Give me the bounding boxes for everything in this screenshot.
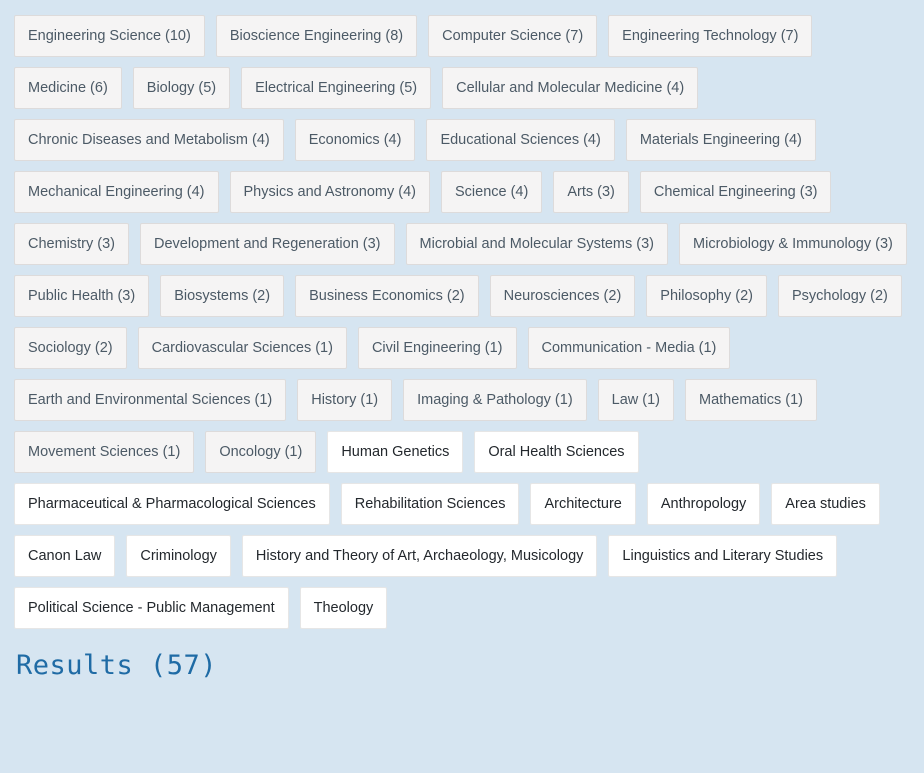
facet-item-materials-engineering[interactable]: Materials Engineering (4): [625, 119, 816, 161]
facet-item-rehabilitation-sciences[interactable]: Rehabilitation Sciences: [340, 483, 520, 525]
facet-item-pharmaceutical-and-pharmacological-sciences[interactable]: Pharmaceutical & Pharmacological Science…: [14, 483, 330, 525]
facet-item-oncology[interactable]: Oncology (1): [205, 431, 317, 473]
facet-item-neurosciences[interactable]: Neurosciences (2): [489, 275, 636, 317]
facet-filter-panel: Engineering Science (10) Bioscience Engin…: [0, 0, 924, 629]
facet-item-public-health[interactable]: Public Health (3): [14, 275, 150, 317]
facet-item-psychology[interactable]: Psychology (2): [777, 275, 902, 317]
facet-item-canon-law[interactable]: Canon Law: [14, 535, 116, 577]
facet-item-engineering-science[interactable]: Engineering Science (10): [14, 15, 205, 57]
facet-item-theology[interactable]: Theology: [299, 587, 388, 629]
facet-item-development-and-regeneration[interactable]: Development and Regeneration (3): [140, 223, 395, 265]
facet-item-cardiovascular-sciences[interactable]: Cardiovascular Sciences (1): [137, 327, 347, 369]
results-heading: Results (57): [16, 650, 218, 681]
facet-item-philosophy[interactable]: Philosophy (2): [646, 275, 767, 317]
facet-item-physics-and-astronomy[interactable]: Physics and Astronomy (4): [229, 171, 430, 213]
facet-item-mathematics[interactable]: Mathematics (1): [685, 379, 817, 421]
facet-item-imaging-and-pathology[interactable]: Imaging & Pathology (1): [403, 379, 587, 421]
facet-item-communication-media[interactable]: Communication - Media (1): [527, 327, 731, 369]
facet-item-criminology[interactable]: Criminology: [126, 535, 231, 577]
facet-item-oral-health-sciences[interactable]: Oral Health Sciences: [474, 431, 639, 473]
facet-item-history[interactable]: History (1): [297, 379, 393, 421]
facet-item-medicine[interactable]: Medicine (6): [14, 67, 122, 109]
facet-item-linguistics-and-literary-studies[interactable]: Linguistics and Literary Studies: [608, 535, 838, 577]
facet-item-sociology[interactable]: Sociology (2): [14, 327, 127, 369]
facet-item-chemical-engineering[interactable]: Chemical Engineering (3): [639, 171, 832, 213]
facet-item-microbial-and-molecular-systems[interactable]: Microbial and Molecular Systems (3): [405, 223, 669, 265]
facet-item-architecture[interactable]: Architecture: [530, 483, 636, 525]
facet-item-economics[interactable]: Economics (4): [294, 119, 416, 161]
facet-item-microbiology-and-immunology[interactable]: Microbiology & Immunology (3): [679, 223, 907, 265]
facet-item-science[interactable]: Science (4): [440, 171, 543, 213]
facet-item-electrical-engineering[interactable]: Electrical Engineering (5): [241, 67, 432, 109]
facet-item-biology[interactable]: Biology (5): [132, 67, 231, 109]
facet-item-arts[interactable]: Arts (3): [553, 171, 629, 213]
facet-item-engineering-technology[interactable]: Engineering Technology (7): [608, 15, 813, 57]
facet-item-cellular-and-molecular-medicine[interactable]: Cellular and Molecular Medicine (4): [442, 67, 699, 109]
facet-item-biosystems[interactable]: Biosystems (2): [160, 275, 285, 317]
facet-item-computer-science[interactable]: Computer Science (7): [428, 15, 598, 57]
facet-item-political-science-public-management[interactable]: Political Science - Public Management: [14, 587, 289, 629]
facet-item-educational-sciences[interactable]: Educational Sciences (4): [426, 119, 615, 161]
facet-item-chemistry[interactable]: Chemistry (3): [14, 223, 130, 265]
facet-item-area-studies[interactable]: Area studies: [771, 483, 880, 525]
facet-item-earth-and-environmental-sciences[interactable]: Earth and Environmental Sciences (1): [14, 379, 287, 421]
facet-item-bioscience-engineering[interactable]: Bioscience Engineering (8): [215, 15, 418, 57]
facet-item-movement-sciences[interactable]: Movement Sciences (1): [14, 431, 195, 473]
facet-item-human-genetics[interactable]: Human Genetics: [327, 431, 464, 473]
facet-item-mechanical-engineering[interactable]: Mechanical Engineering (4): [14, 171, 219, 213]
facet-item-civil-engineering[interactable]: Civil Engineering (1): [357, 327, 517, 369]
facet-item-history-and-theory-of-art-archaeology-musicology[interactable]: History and Theory of Art, Archaeology, …: [241, 535, 598, 577]
facet-item-anthropology[interactable]: Anthropology: [646, 483, 761, 525]
facet-item-chronic-diseases-and-metabolism[interactable]: Chronic Diseases and Metabolism (4): [14, 119, 284, 161]
facet-item-business-economics[interactable]: Business Economics (2): [295, 275, 479, 317]
facet-item-law[interactable]: Law (1): [597, 379, 675, 421]
facet-list: Engineering Science (10) Bioscience Engin…: [14, 15, 910, 629]
